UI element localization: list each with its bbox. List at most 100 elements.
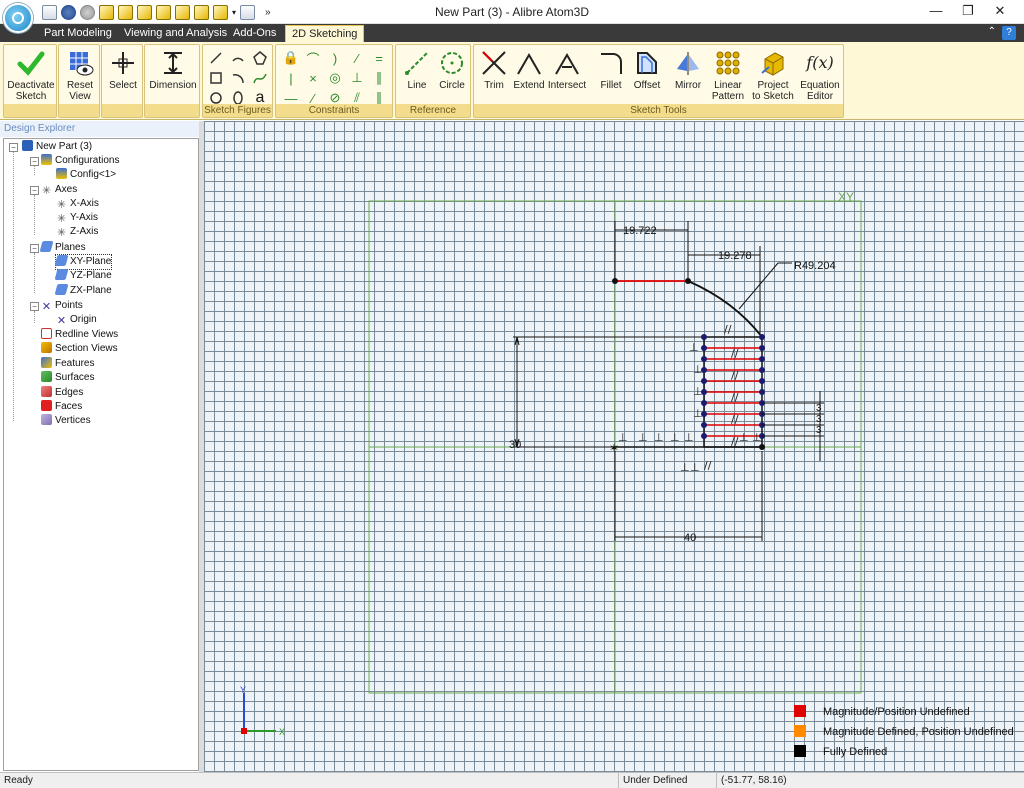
ribbon-group-sketch-figures: a Sketch Figures (202, 44, 273, 118)
mirror-button[interactable]: Mirror (671, 49, 705, 91)
equal-constraint-icon[interactable]: = (368, 48, 390, 68)
small-dimension-value-1[interactable]: 3 (816, 403, 822, 414)
legend-row-fully-defined: Fully Defined (794, 745, 887, 761)
tree-item-config-1[interactable]: Config<1> (56, 168, 116, 182)
linear-pattern-button[interactable]: Linear Pattern (708, 49, 748, 102)
fillet-icon (601, 53, 622, 74)
intersect-constraint-icon[interactable]: × (302, 68, 324, 88)
lock-constraint-icon[interactable]: 🔒 (280, 48, 302, 68)
crosshair-icon (112, 52, 134, 74)
small-dimension-value-3[interactable]: 3 (816, 425, 822, 436)
reference-line-button[interactable]: Line (400, 49, 434, 91)
dimension-button[interactable]: Dimension (146, 49, 200, 91)
sketch-drawing: XY 30 19.722 19.278 R49.204 ⊥⊥⊥⊥ ///////… (240, 190, 862, 737)
tree-item-configurations[interactable]: Configurations (41, 154, 119, 168)
top-dimension-1-value[interactable]: 19.722 (623, 225, 657, 237)
tree-item-new-part[interactable]: New Part (3) (22, 140, 92, 154)
deactivate-sketch-button[interactable]: Deactivate Sketch (5, 49, 57, 102)
project-to-sketch-button[interactable]: Project to Sketch (752, 49, 794, 102)
tree-item-features[interactable]: Features (41, 357, 94, 371)
arc-tool-icon[interactable] (227, 48, 249, 68)
legend-row-undefined: Magnitude/Position Undefined (794, 705, 970, 721)
surfaces-icon (41, 371, 52, 382)
coordinate-triad: Y X (240, 685, 285, 737)
height-dimension-value[interactable]: 30 (509, 439, 521, 451)
arc-3pt-tool-icon[interactable] (227, 68, 249, 88)
collapse-ribbon-icon[interactable]: ⌃ (988, 26, 996, 37)
expand-planes-icon[interactable]: − (30, 244, 39, 253)
tab-part-modeling[interactable]: Part Modeling (38, 25, 118, 42)
parallel-constraint-icon[interactable]: ∥ (368, 68, 390, 88)
tree-item-points[interactable]: ✕ Points (41, 299, 83, 313)
intersect-button[interactable]: Intersect (547, 49, 587, 91)
tree-item-faces[interactable]: Faces (41, 400, 82, 414)
reference-line-icon (405, 52, 428, 75)
ribbon-tabs: Part Modeling Viewing and Analysis Add-O… (0, 24, 1024, 42)
coincident-constraint-icon[interactable]: ⁄ (346, 48, 368, 68)
expand-configurations-icon[interactable]: − (30, 157, 39, 166)
tree-item-redline-views[interactable]: Redline Views (41, 328, 118, 342)
tree-item-xy-plane[interactable]: XY-Plane (54, 254, 113, 270)
axes-icon: ✳ (41, 185, 52, 197)
reset-view-button[interactable]: Reset View (60, 49, 100, 102)
ribbon-group-view: Reset View (58, 44, 100, 118)
line-tool-icon[interactable] (205, 48, 227, 68)
tree-item-z-axis[interactable]: ✳ Z-Axis (56, 225, 98, 239)
tree-item-zx-plane[interactable]: ZX-Plane (54, 284, 112, 298)
tree-item-planes[interactable]: Planes (39, 241, 86, 255)
tab-viewing-analysis[interactable]: Viewing and Analysis (118, 25, 233, 42)
equation-editor-label: Equation Editor (800, 80, 840, 102)
fillet-button[interactable]: Fillet (594, 49, 628, 91)
tangent-constraint-icon[interactable]: ⌒ (302, 48, 324, 68)
tree-item-section-views[interactable]: Section Views (41, 342, 118, 356)
circle-label: Circle (439, 80, 465, 91)
arc-constraint-icon[interactable]: ) (324, 48, 346, 68)
small-dimension-lines[interactable] (762, 391, 824, 461)
reference-label: Reference (396, 104, 470, 117)
tree-item-edges[interactable]: Edges (41, 386, 83, 400)
planes-icon (39, 241, 54, 252)
sketch-origin-icon: ✶ (609, 441, 619, 455)
trim-button[interactable]: Trim (477, 49, 511, 91)
tree-item-yz-plane[interactable]: YZ-Plane (54, 269, 112, 283)
tree-item-x-axis[interactable]: ✳ X-Axis (56, 197, 99, 211)
help-icon[interactable]: ? (1002, 26, 1016, 40)
maximize-button[interactable]: ❐ (954, 2, 982, 20)
top-dimension-2-value[interactable]: 19.278 (718, 250, 752, 262)
svg-text:⊥: ⊥ (638, 431, 648, 444)
tab-add-ons[interactable]: Add-Ons (227, 25, 282, 42)
app-logo-icon[interactable] (3, 3, 33, 33)
offset-button[interactable]: Offset (629, 49, 665, 91)
expand-new-part-icon[interactable]: − (9, 143, 18, 152)
select-button[interactable]: Select (103, 49, 143, 91)
extend-button[interactable]: Extend (512, 49, 546, 91)
vertical-constraint-icon[interactable]: | (280, 68, 302, 88)
extend-label: Extend (513, 80, 545, 91)
tree-item-vertices[interactable]: Vertices (41, 414, 91, 428)
tree-item-origin[interactable]: ✕ Origin (56, 313, 97, 327)
spline-tool-icon[interactable] (249, 68, 271, 88)
tree-item-y-axis[interactable]: ✳ Y-Axis (56, 211, 98, 225)
polygon-tool-icon[interactable] (249, 48, 271, 68)
small-dimension-value-2[interactable]: 3 (816, 414, 822, 425)
radius-dimension-value[interactable]: R49.204 (794, 260, 836, 272)
sketch-canvas[interactable]: XY 30 19.722 19.278 R49.204 ⊥ ⊥ ⊥ ⊥ // /… (204, 121, 1024, 772)
legend-swatch-undefined (794, 705, 806, 717)
svg-text://: // (731, 413, 739, 426)
tab-2d-sketching[interactable]: 2D Sketching (285, 25, 365, 42)
function-icon: f(x) (806, 53, 834, 72)
reference-circle-button[interactable]: Circle (435, 49, 469, 91)
sketch-figures-label: Sketch Figures (203, 104, 272, 117)
minimize-button[interactable]: — (922, 2, 950, 20)
concentric-constraint-icon[interactable]: ◎ (324, 68, 346, 88)
rectangle-tool-icon[interactable] (205, 68, 227, 88)
expand-axes-icon[interactable]: − (30, 186, 39, 195)
reference-circle-icon (441, 52, 463, 74)
width-dimension-value[interactable]: 40 (684, 532, 696, 544)
perpendicular-constraint-icon[interactable]: ⊥ (346, 68, 368, 88)
close-button[interactable]: ✕ (986, 2, 1014, 20)
equation-editor-button[interactable]: f(x) Equation Editor (798, 49, 842, 102)
expand-points-icon[interactable]: − (30, 302, 39, 311)
tree-item-axes[interactable]: ✳ Axes (41, 183, 77, 197)
tree-item-surfaces[interactable]: Surfaces (41, 371, 94, 385)
